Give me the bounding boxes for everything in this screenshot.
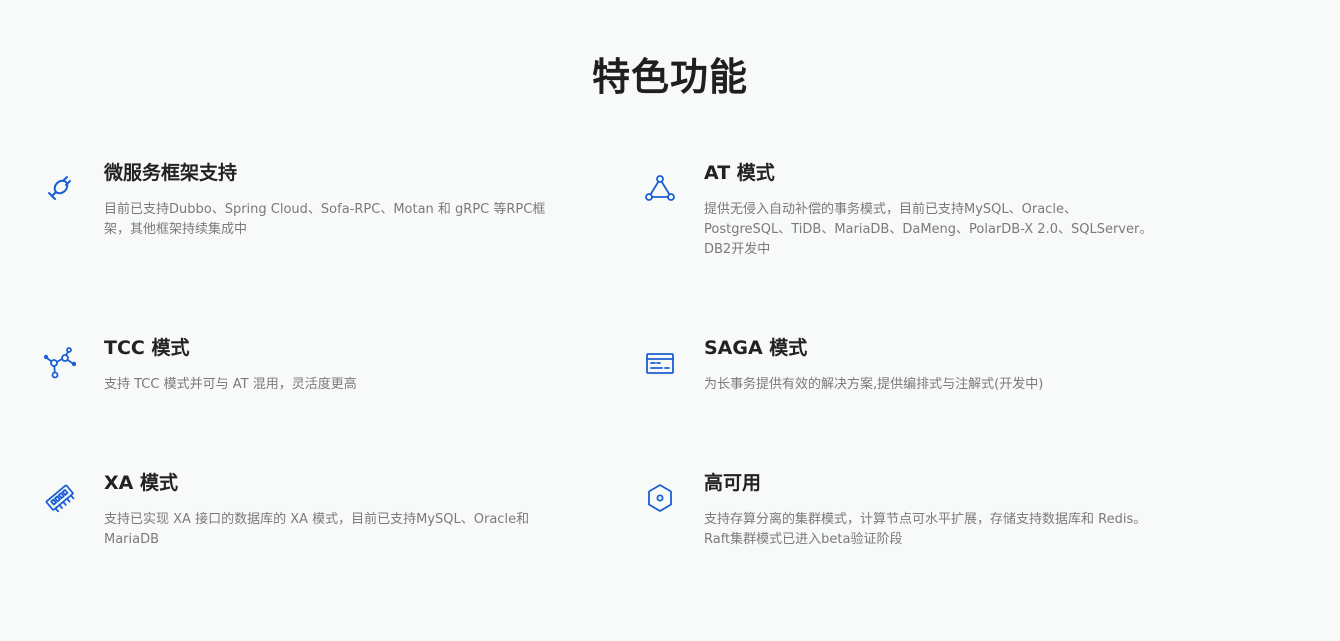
feature-content: 高可用 支持存算分离的集群模式，计算节点可水平扩展，存储支持数据库和 Redis… (704, 470, 1164, 550)
triangle-nodes-icon (644, 172, 676, 204)
hexagon-icon (644, 482, 676, 514)
feature-title: AT 模式 (704, 162, 775, 184)
feature-description: 支持 TCC 模式并可与 AT 混用，灵活度更高 (104, 377, 357, 392)
feature-content: TCC 模式 支持 TCC 模式并可与 AT 混用，灵活度更高 (104, 335, 564, 395)
feature-description: 为长事务提供有效的解决方案,提供编排式与注解式(开发中) (704, 377, 1044, 392)
feature-title: XA 模式 (104, 472, 178, 494)
feature-title: TCC 模式 (104, 337, 190, 359)
feature-title: SAGA 模式 (704, 337, 808, 359)
feature-description: 支持存算分离的集群模式，计算节点可水平扩展，存储支持数据库和 Redis。Raf… (704, 512, 1147, 547)
feature-content: 微服务框架支持 目前已支持Dubbo、Spring Cloud、Sofa-RPC… (104, 160, 564, 240)
feature-content: SAGA 模式 为长事务提供有效的解决方案,提供编排式与注解式(开发中) (704, 335, 1164, 395)
section-title: 特色功能 (591, 55, 748, 99)
feature-content: XA 模式 支持已实现 XA 接口的数据库的 XA 模式，目前已支持MySQL、… (104, 470, 564, 550)
network-nodes-icon (44, 347, 76, 379)
feature-content: AT 模式 提供无侵入自动补偿的事务模式，目前已支持MySQL、Oracle、P… (704, 160, 1164, 260)
memory-chip-icon (44, 482, 76, 514)
plug-icon (44, 172, 76, 204)
terminal-window-icon (644, 347, 676, 379)
feature-description: 目前已支持Dubbo、Spring Cloud、Sofa-RPC、Motan 和… (104, 202, 546, 237)
feature-description: 支持已实现 XA 接口的数据库的 XA 模式，目前已支持MySQL、Oracle… (104, 512, 530, 547)
feature-description: 提供无侵入自动补偿的事务模式，目前已支持MySQL、Oracle、Postgre… (704, 202, 1153, 257)
feature-title: 高可用 (704, 472, 762, 494)
feature-title: 微服务框架支持 (104, 162, 238, 184)
